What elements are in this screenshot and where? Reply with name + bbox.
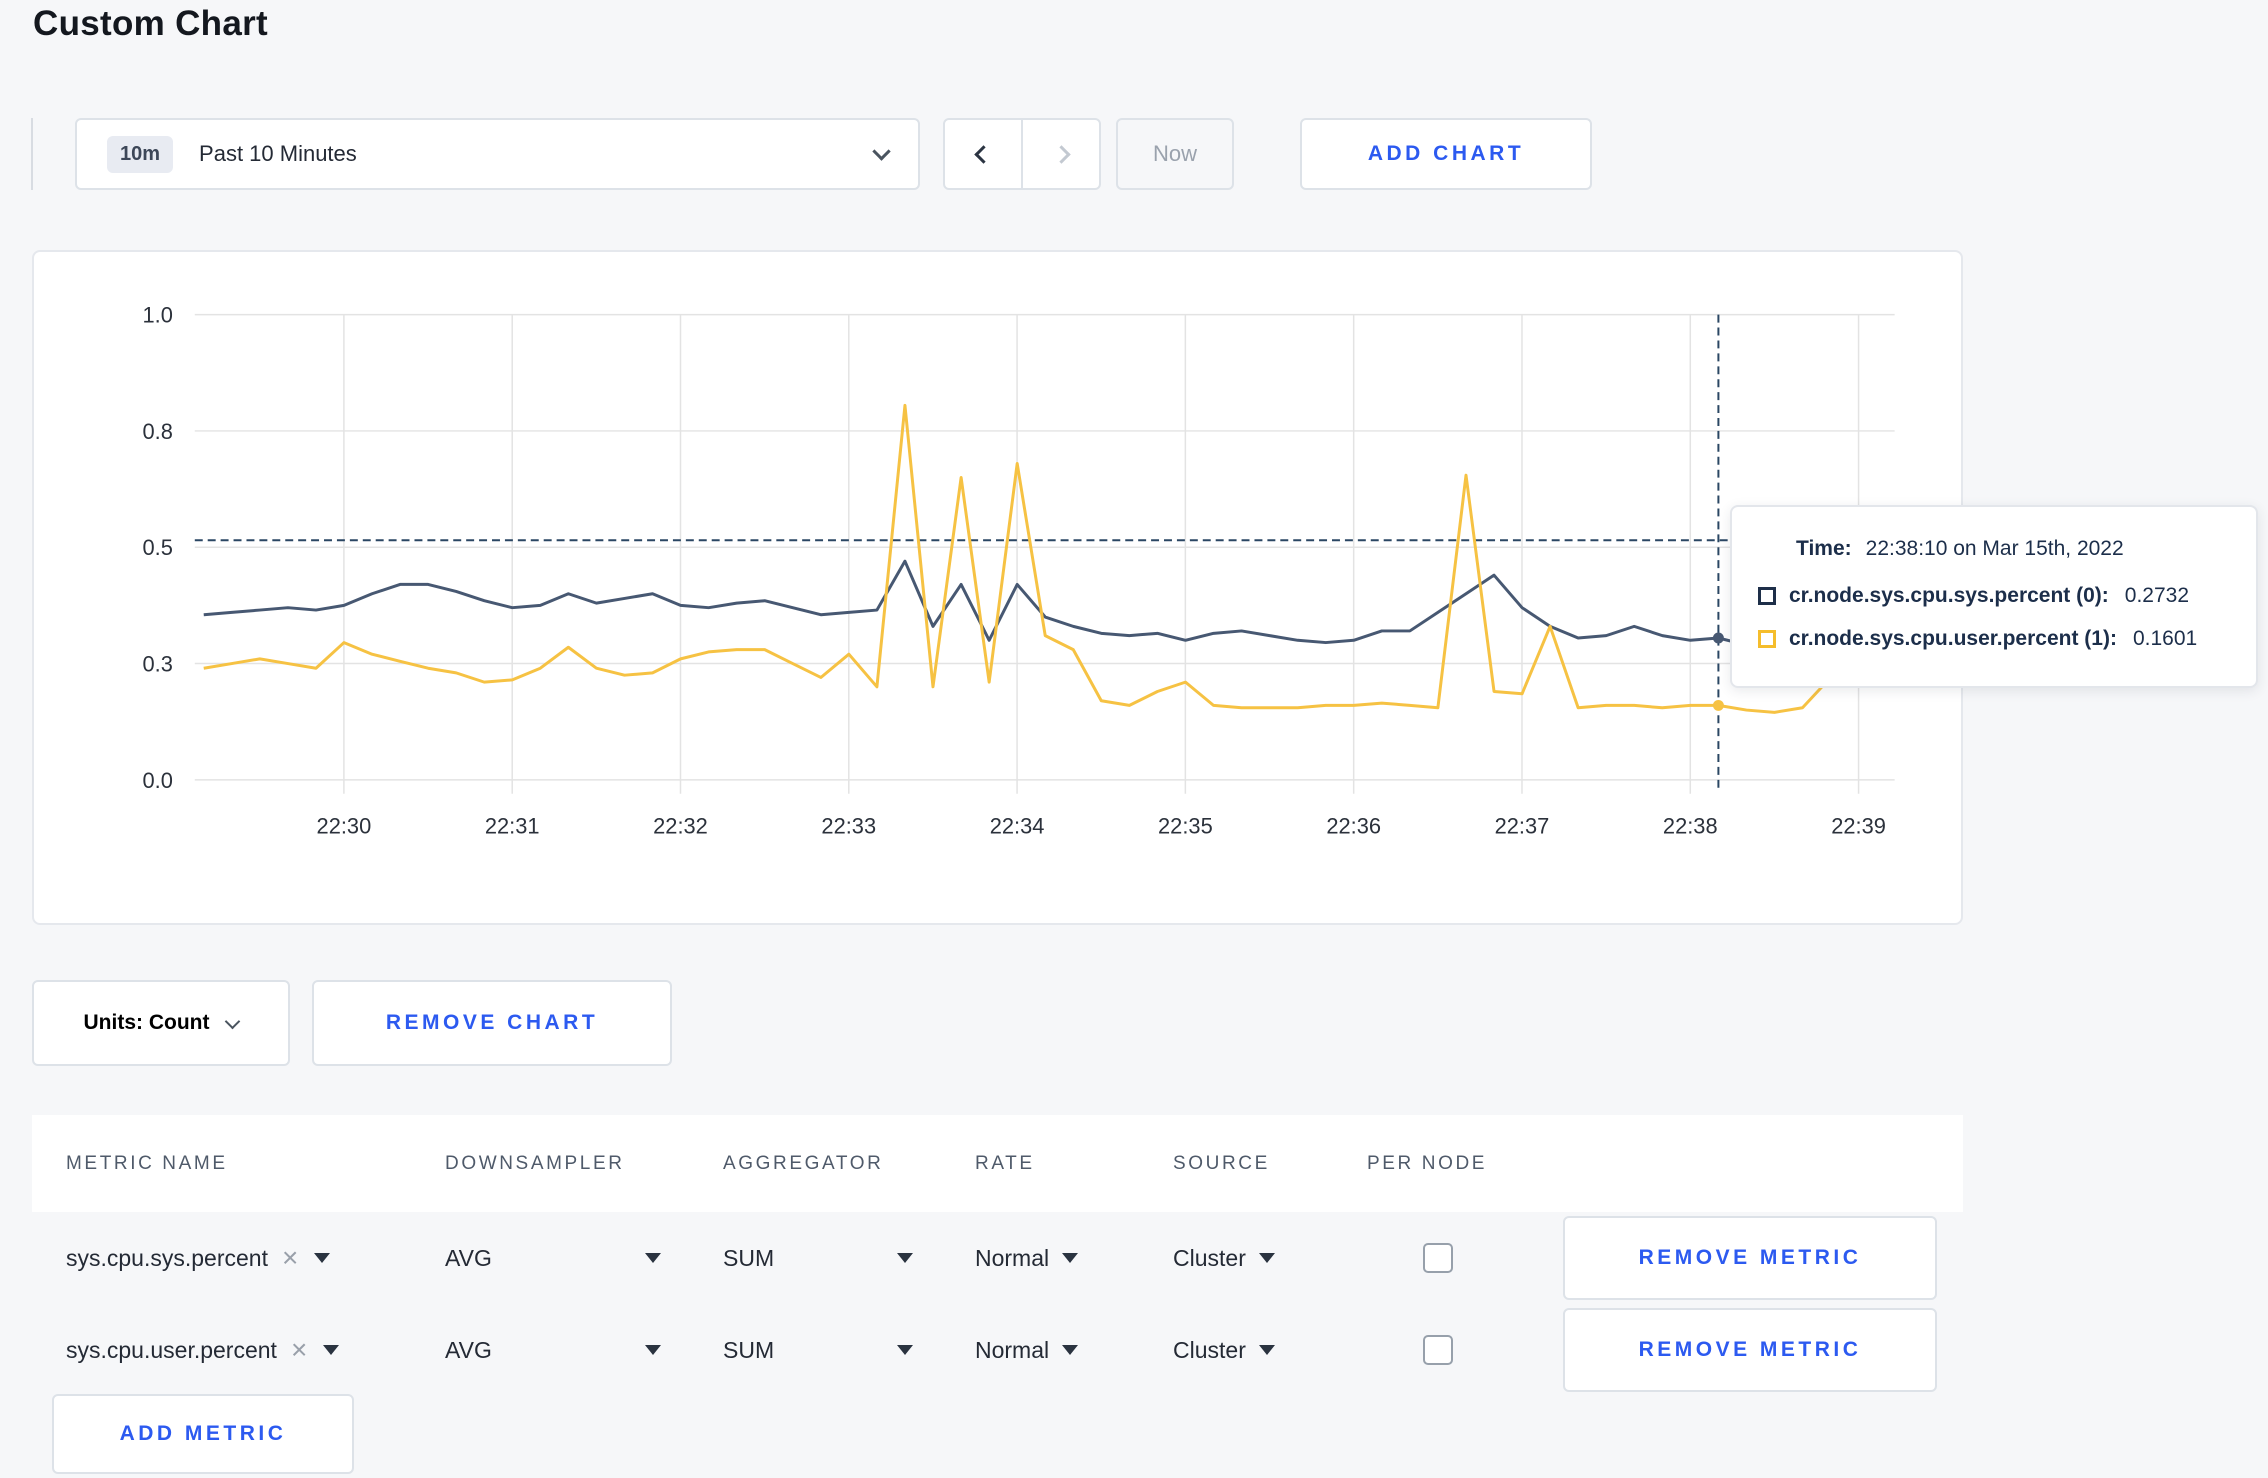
tooltip-series-row: cr.node.sys.cpu.sys.percent (0): 0.2732 bbox=[1758, 584, 2256, 608]
per-node-checkbox[interactable] bbox=[1423, 1243, 1453, 1273]
downsampler-select[interactable]: AVG bbox=[445, 1337, 723, 1364]
x-tick-label: 22:33 bbox=[821, 814, 876, 839]
units-label: Units: Count bbox=[83, 1011, 210, 1034]
add-metric-button[interactable]: ADD METRIC bbox=[52, 1394, 354, 1474]
rate-value: Normal bbox=[975, 1336, 1050, 1363]
metric-row: sys.cpu.user.percent × AVG SUM Normal Cl… bbox=[32, 1304, 1963, 1396]
aggregator-value: SUM bbox=[723, 1336, 775, 1363]
x-tick-label: 22:31 bbox=[485, 814, 540, 839]
time-range-badge: 10m bbox=[107, 135, 174, 173]
caret-down-icon[interactable] bbox=[323, 1345, 340, 1355]
toolbar-divider bbox=[31, 118, 33, 190]
rate-select[interactable]: Normal bbox=[975, 1245, 1173, 1272]
downsampler-select[interactable]: AVG bbox=[445, 1245, 723, 1272]
time-range-nav bbox=[943, 118, 1101, 190]
metric-name-cell[interactable]: sys.cpu.user.percent × bbox=[66, 1336, 445, 1364]
y-tick-label: 0.0 bbox=[143, 768, 173, 793]
x-tick-label: 22:36 bbox=[1326, 814, 1381, 839]
remove-metric-button[interactable]: REMOVE METRIC bbox=[1563, 1308, 1937, 1392]
add-chart-button[interactable]: ADD CHART bbox=[1300, 118, 1592, 190]
caret-down-icon bbox=[645, 1253, 661, 1263]
x-tick-label: 22:38 bbox=[1663, 814, 1718, 839]
col-header-downsampler: DOWNSAMPLER bbox=[445, 1152, 625, 1174]
rate-select[interactable]: Normal bbox=[975, 1337, 1173, 1364]
crosshair-dot bbox=[1712, 699, 1724, 711]
remove-chart-button[interactable]: REMOVE CHART bbox=[312, 980, 672, 1066]
downsampler-value: AVG bbox=[445, 1336, 492, 1363]
remove-metric-button[interactable]: REMOVE METRIC bbox=[1563, 1216, 1937, 1300]
next-range-button[interactable] bbox=[1023, 120, 1099, 188]
y-tick-label: 0.8 bbox=[143, 419, 173, 444]
chevron-down-icon bbox=[872, 141, 891, 161]
source-value: Cluster bbox=[1173, 1244, 1246, 1271]
tooltip-series-value: 0.2732 bbox=[2124, 584, 2190, 607]
crosshair-dot bbox=[1712, 632, 1724, 644]
page-title: Custom Chart bbox=[33, 4, 268, 43]
caret-down-icon bbox=[1062, 1253, 1079, 1263]
tooltip-series-value: 0.1601 bbox=[2132, 627, 2198, 650]
aggregator-select[interactable]: SUM bbox=[723, 1337, 975, 1364]
chevron-left-icon bbox=[973, 144, 993, 164]
col-header-metric-name: METRIC NAME bbox=[66, 1152, 228, 1174]
downsampler-value: AVG bbox=[445, 1244, 492, 1271]
col-header-aggregator: AGGREGATOR bbox=[723, 1152, 884, 1174]
units-select[interactable]: Units: Count bbox=[32, 980, 290, 1066]
metrics-table-header: METRIC NAME DOWNSAMPLER AGGREGATOR RATE … bbox=[32, 1115, 1963, 1212]
chevron-right-icon bbox=[1051, 144, 1071, 164]
time-range-select[interactable]: 10m Past 10 Minutes bbox=[75, 118, 920, 190]
caret-down-icon[interactable] bbox=[314, 1253, 331, 1263]
user-series-swatch-icon bbox=[1758, 630, 1776, 648]
caret-down-icon bbox=[1258, 1345, 1275, 1355]
col-header-rate: RATE bbox=[975, 1152, 1035, 1174]
chevron-down-icon bbox=[225, 1013, 241, 1029]
y-tick-label: 1.0 bbox=[143, 303, 173, 328]
metric-row: sys.cpu.sys.percent × AVG SUM Normal Clu… bbox=[32, 1212, 1963, 1304]
time-range-label: Past 10 Minutes bbox=[199, 141, 357, 166]
source-value: Cluster bbox=[1173, 1336, 1246, 1363]
tooltip-series-name: cr.node.sys.cpu.user.percent (1): bbox=[1789, 627, 2117, 650]
aggregator-value: SUM bbox=[723, 1244, 775, 1271]
x-tick-label: 22:35 bbox=[1158, 814, 1213, 839]
metric-name: sys.cpu.user.percent bbox=[66, 1336, 277, 1363]
tooltip-time: Time: 22:38:10 on Mar 15th, 2022 bbox=[1796, 537, 2256, 561]
col-header-per-node: PER NODE bbox=[1367, 1152, 1488, 1174]
tooltip-series-name: cr.node.sys.cpu.sys.percent (0): bbox=[1789, 584, 2109, 607]
clear-metric-icon[interactable]: × bbox=[291, 1336, 307, 1364]
x-tick-label: 22:37 bbox=[1495, 814, 1550, 839]
now-button[interactable]: Now bbox=[1116, 118, 1234, 190]
source-select[interactable]: Cluster bbox=[1173, 1337, 1367, 1364]
x-tick-label: 22:39 bbox=[1831, 814, 1886, 839]
caret-down-icon bbox=[645, 1345, 661, 1355]
custom-chart-page: Custom Chart 10m Past 10 Minutes Now ADD… bbox=[0, 0, 2268, 1478]
series-line bbox=[203, 403, 1888, 714]
source-select[interactable]: Cluster bbox=[1173, 1245, 1367, 1272]
aggregator-select[interactable]: SUM bbox=[723, 1245, 975, 1272]
chart-tooltip: Time: 22:38:10 on Mar 15th, 2022 cr.node.… bbox=[1730, 505, 2258, 688]
timeseries-chart[interactable]: 0.0 0.3 0.5 0.8 1.0 22:30 22:31 22:32 22:33 22:34… bbox=[34, 252, 1961, 923]
clear-metric-icon[interactable]: × bbox=[282, 1244, 298, 1272]
per-node-checkbox[interactable] bbox=[1423, 1335, 1453, 1365]
col-header-source: SOURCE bbox=[1173, 1152, 1270, 1174]
metric-name: sys.cpu.sys.percent bbox=[66, 1244, 268, 1271]
x-tick-label: 22:34 bbox=[990, 814, 1045, 839]
metric-name-cell[interactable]: sys.cpu.sys.percent × bbox=[66, 1244, 445, 1272]
caret-down-icon bbox=[897, 1253, 913, 1263]
prev-range-button[interactable] bbox=[945, 120, 1023, 188]
y-tick-label: 0.5 bbox=[143, 535, 173, 560]
x-tick-label: 22:32 bbox=[653, 814, 708, 839]
y-tick-label: 0.3 bbox=[143, 651, 173, 676]
tooltip-time-label: Time: bbox=[1796, 537, 1852, 560]
sys-series-swatch-icon bbox=[1758, 587, 1776, 605]
rate-value: Normal bbox=[975, 1244, 1050, 1271]
chart-card: 0.0 0.3 0.5 0.8 1.0 22:30 22:31 22:32 22:33 22:34… bbox=[32, 250, 1963, 925]
caret-down-icon bbox=[1062, 1345, 1079, 1355]
tooltip-time-value: 22:38:10 on Mar 15th, 2022 bbox=[1865, 537, 2124, 560]
caret-down-icon bbox=[897, 1345, 913, 1355]
caret-down-icon bbox=[1258, 1253, 1275, 1263]
x-tick-label: 22:30 bbox=[317, 814, 372, 839]
tooltip-series-row: cr.node.sys.cpu.user.percent (1): 0.1601 bbox=[1758, 627, 2256, 651]
